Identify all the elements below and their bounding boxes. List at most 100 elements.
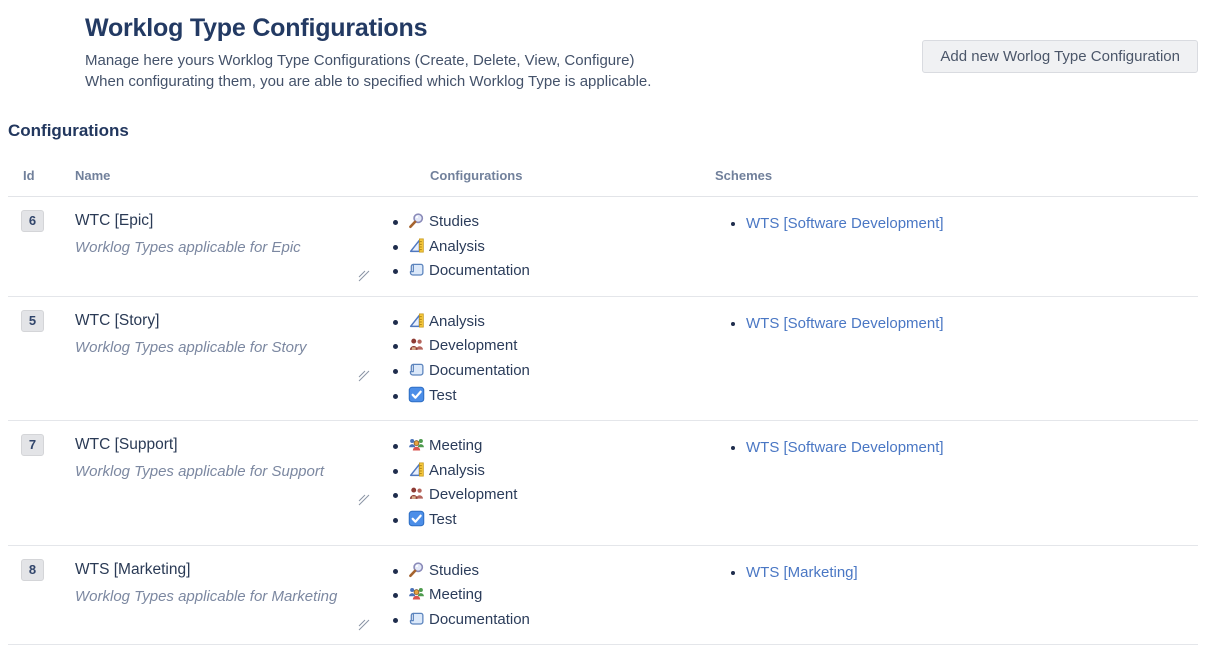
worklog-type-list: Studies Analysis Documentation: [408, 210, 715, 284]
id-cell: 6: [8, 210, 75, 284]
add-worklog-type-configuration-button[interactable]: Add new Worlog Type Configuration: [922, 40, 1198, 73]
name-cell: WTS [Marketing] Worklog Types applicable…: [75, 559, 430, 633]
table-body: 6 WTC [Epic] Worklog Types applicable fo…: [8, 197, 1198, 645]
worklog-type-label: Studies: [429, 562, 479, 579]
configuration-name: WTS [Marketing]: [75, 561, 430, 579]
configuration-name: WTC [Support]: [75, 436, 430, 454]
scheme-item: WTS [Software Development]: [746, 213, 1198, 235]
column-header-id: Id: [8, 168, 75, 183]
column-header-configurations: Configurations: [430, 168, 715, 183]
resize-grip-icon[interactable]: [358, 494, 370, 506]
worklog-type-item: Studies: [408, 210, 715, 235]
worklog-type-item: Documentation: [408, 359, 715, 384]
worklog-type-item: Test: [408, 508, 715, 533]
worklog-type-configurations-page: Worklog Type Configurations Manage here …: [0, 0, 1207, 645]
worklog-type-list-box: StudiesAnalysisDocumentation: [430, 210, 715, 284]
worklog-type-label: Documentation: [429, 611, 530, 628]
configurations-table: Id Name Configurations Schemes 6 WTC [Ep…: [8, 156, 1198, 645]
checkbox-checked-icon: [408, 386, 425, 403]
configurations-section-heading: Configurations: [8, 121, 1198, 141]
set-square-icon: [408, 312, 425, 329]
configuration-description: Worklog Types applicable for Epic: [75, 239, 430, 256]
checkbox-checked-icon: [408, 510, 425, 527]
worklog-type-label: Test: [429, 387, 457, 404]
configurations-cell: StudiesAnalysisDocumentation: [430, 210, 715, 284]
configurations-cell: Studies Meeting Documentation: [430, 559, 715, 633]
schemes-cell: WTS [Software Development]: [715, 434, 1198, 532]
worklog-type-list-box: Studies Meeting Documentation: [430, 559, 715, 633]
scheme-link[interactable]: WTS [Software Development]: [746, 315, 944, 332]
worklog-type-label: Meeting: [429, 437, 482, 454]
worklog-type-item: Meeting: [408, 434, 715, 459]
configuration-id-badge: 8: [21, 559, 44, 581]
name-cell: WTC [Epic] Worklog Types applicable for …: [75, 210, 430, 284]
worklog-type-label: Documentation: [429, 262, 530, 279]
id-cell: 5: [8, 310, 75, 408]
configuration-description: Worklog Types applicable for Support: [75, 463, 430, 480]
worklog-type-label: Development: [429, 337, 517, 354]
scheme-link[interactable]: WTS [Software Development]: [746, 439, 944, 456]
workers-icon: [408, 485, 425, 502]
id-cell: 7: [8, 434, 75, 532]
scheme-list: WTS [Software Development]: [715, 213, 1198, 235]
worklog-type-item: Development: [408, 334, 715, 359]
worklog-type-item: Meeting: [408, 583, 715, 608]
schemes-cell: WTS [Software Development]: [715, 310, 1198, 408]
configuration-id-badge: 7: [21, 434, 44, 456]
configuration-name: WTC [Story]: [75, 312, 430, 330]
id-cell: 8: [8, 559, 75, 633]
worklog-type-item: Development: [408, 483, 715, 508]
table-header-row: Id Name Configurations Schemes: [8, 156, 1198, 197]
set-square-icon: [408, 461, 425, 478]
worklog-type-label: Test: [429, 511, 457, 528]
page-header-text: Worklog Type Configurations Manage here …: [8, 12, 651, 92]
worklog-type-item: Analysis: [408, 310, 715, 335]
scheme-link[interactable]: WTS [Marketing]: [746, 564, 858, 581]
scheme-item: WTS [Marketing]: [746, 562, 1198, 584]
scheme-list: WTS [Software Development]: [715, 313, 1198, 335]
configuration-description: Worklog Types applicable for Story: [75, 339, 430, 356]
worklog-type-item: Analysis: [408, 235, 715, 260]
configuration-row: 7 WTC [Support] Worklog Types applicable…: [8, 421, 1198, 545]
set-square-icon: [408, 237, 425, 254]
worklog-type-label: Analysis: [429, 313, 485, 330]
worklog-type-item: Studies: [408, 559, 715, 584]
configuration-description: Worklog Types applicable for Marketing: [75, 588, 430, 605]
worklog-type-list: Meeting Analysis Development Test: [408, 434, 715, 532]
configuration-name: WTC [Epic]: [75, 212, 430, 230]
worklog-type-label: Documentation: [429, 362, 530, 379]
magnifier-icon: [408, 212, 425, 229]
worklog-type-item: Documentation: [408, 608, 715, 633]
page-title: Worklog Type Configurations: [85, 14, 651, 43]
configuration-row: 6 WTC [Epic] Worklog Types applicable fo…: [8, 197, 1198, 297]
configuration-row: 8 WTS [Marketing] Worklog Types applicab…: [8, 546, 1198, 645]
worklog-type-label: Development: [429, 486, 517, 503]
scroll-icon: [408, 610, 425, 627]
configurations-cell: Analysis Development Documentation Test: [430, 310, 715, 408]
worklog-type-list: Analysis Development Documentation Test: [408, 310, 715, 408]
worklog-type-item: Test: [408, 384, 715, 409]
scheme-list: WTS [Marketing]: [715, 562, 1198, 584]
resize-grip-icon[interactable]: [358, 619, 370, 631]
scheme-item: WTS [Software Development]: [746, 437, 1198, 459]
worklog-type-list-box: MeetingAnalysisDevelopmentTest: [430, 434, 715, 532]
worklog-type-item: Documentation: [408, 259, 715, 284]
name-cell: WTC [Story] Worklog Types applicable for…: [75, 310, 430, 408]
schemes-cell: WTS [Marketing]: [715, 559, 1198, 633]
resize-grip-icon[interactable]: [358, 370, 370, 382]
scheme-item: WTS [Software Development]: [746, 313, 1198, 335]
worklog-type-item: Analysis: [408, 459, 715, 484]
worklog-type-label: Meeting: [429, 586, 482, 603]
scheme-list: WTS [Software Development]: [715, 437, 1198, 459]
scroll-icon: [408, 361, 425, 378]
worklog-type-label: Studies: [429, 213, 479, 230]
scheme-link[interactable]: WTS [Software Development]: [746, 215, 944, 232]
column-header-schemes: Schemes: [715, 168, 1198, 183]
page-header: Worklog Type Configurations Manage here …: [8, 12, 1198, 92]
schemes-cell: WTS [Software Development]: [715, 210, 1198, 284]
page-description-line2: When configurating them, you are able to…: [85, 71, 651, 92]
name-cell: WTC [Support] Worklog Types applicable f…: [75, 434, 430, 532]
resize-grip-icon[interactable]: [358, 270, 370, 282]
worklog-type-list-box: Analysis Development Documentation Test: [430, 310, 715, 408]
configurations-cell: MeetingAnalysisDevelopmentTest: [430, 434, 715, 532]
